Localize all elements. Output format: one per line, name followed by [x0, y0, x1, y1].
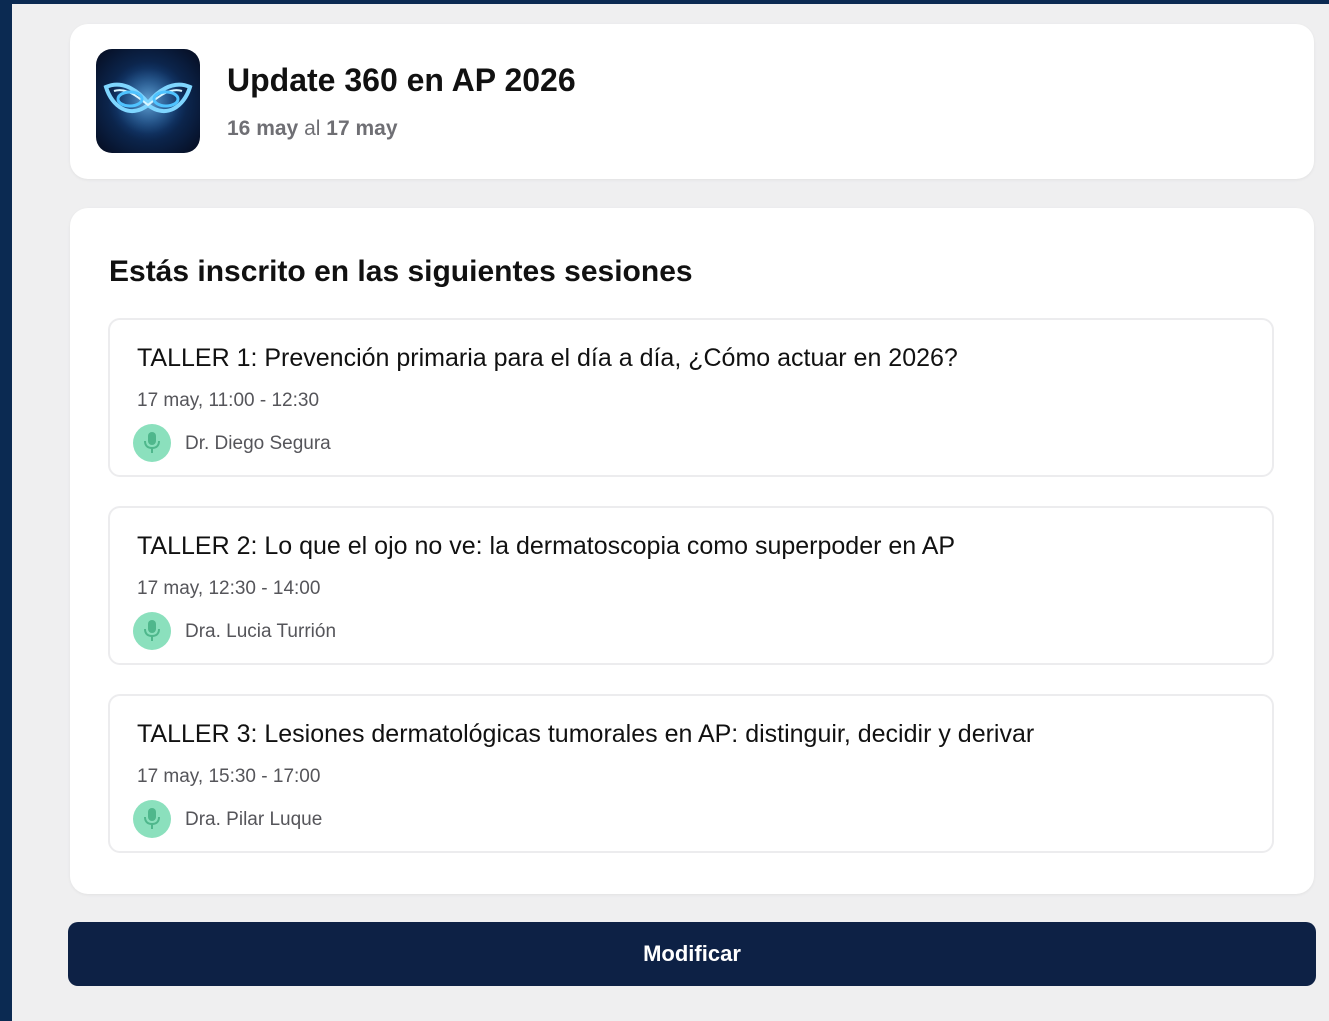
modify-button[interactable]: Modificar: [68, 922, 1316, 986]
event-date-end: 17 may: [326, 117, 398, 140]
event-title: Update 360 en AP 2026: [227, 62, 576, 98]
speaker-name: Dr. Diego Segura: [185, 433, 331, 454]
speaker-name: Dra. Lucia Turrión: [185, 621, 337, 642]
sessions-card: Estás inscrito en las siguientes sesione…: [70, 208, 1314, 894]
sessions-heading: Estás inscrito en las siguientes sesione…: [109, 255, 693, 288]
event-dates: 16 may al 17 may: [227, 117, 398, 141]
speaker-name: Dra. Pilar Luque: [185, 809, 323, 830]
session-card[interactable]: TALLER 1: Prevención primaria para el dí…: [108, 318, 1274, 477]
event-card: Update 360 en AP 2026 16 may al 17 may: [70, 24, 1314, 179]
session-card[interactable]: TALLER 2: Lo que el ojo no ve: la dermat…: [108, 506, 1274, 665]
session-time: 17 may, 11:00 - 12:30: [137, 390, 320, 411]
session-title: TALLER 1: Prevención primaria para el dí…: [137, 344, 958, 372]
page: Update 360 en AP 2026 16 may al 17 may E…: [12, 4, 1329, 1021]
session-title: TALLER 2: Lo que el ojo no ve: la dermat…: [137, 532, 956, 560]
event-date-connector: al: [304, 117, 321, 140]
microphone-icon: [133, 424, 171, 462]
session-card[interactable]: TALLER 3: Lesiones dermatológicas tumora…: [108, 694, 1274, 853]
session-time: 17 may, 12:30 - 14:00: [137, 578, 321, 599]
microphone-icon: [133, 800, 171, 838]
session-time: 17 may, 15:30 - 17:00: [137, 766, 321, 787]
session-title: TALLER 3: Lesiones dermatológicas tumora…: [137, 720, 1035, 748]
event-date-start: 16 may: [227, 117, 299, 140]
microphone-icon: [133, 612, 171, 650]
event-logo-icon: [96, 49, 200, 153]
